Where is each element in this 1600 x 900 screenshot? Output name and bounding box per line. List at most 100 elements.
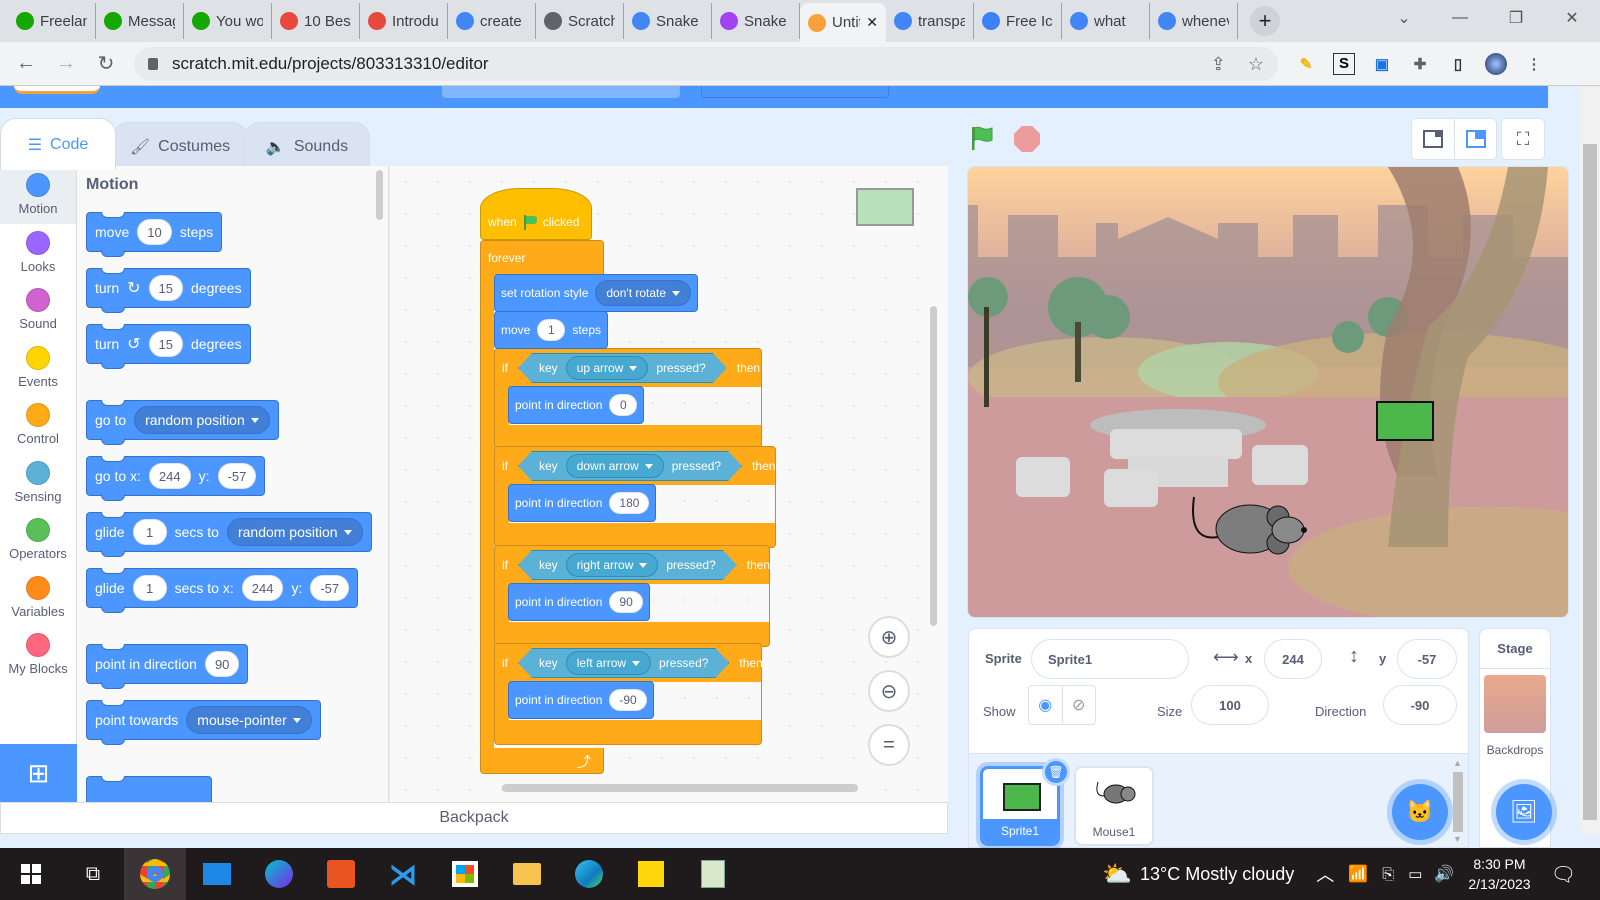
taskbar-edge[interactable] (558, 848, 620, 900)
browser-tab[interactable]: Messages (96, 3, 184, 39)
category-my-blocks[interactable]: My Blocks (0, 626, 76, 684)
block-point-in-direction[interactable]: point in direction 90 (508, 583, 650, 621)
block-point-in-direction[interactable]: point in direction 90 (86, 644, 249, 689)
block-point-in-direction[interactable]: point in direction -90 (508, 681, 654, 719)
menu-kebab-icon[interactable]: ⋮ (1523, 53, 1545, 75)
browser-tab[interactable]: transparent (886, 3, 974, 39)
category-looks[interactable]: Looks (0, 224, 76, 282)
delete-sprite-button[interactable]: 🗑 (1042, 758, 1070, 786)
block-set-rotation-style[interactable]: set rotation style don't rotate (494, 274, 699, 312)
steps-input[interactable]: 1 (537, 319, 566, 341)
notifications-icon[interactable]: 🗨 (1551, 862, 1576, 887)
forward-button[interactable]: → (46, 52, 86, 75)
add-extension-button[interactable]: ⊞ (0, 744, 77, 802)
direction-input[interactable]: -90 (609, 689, 647, 711)
key-pressed-condition[interactable]: key down arrow pressed? (518, 451, 742, 481)
back-button[interactable]: ← (6, 52, 46, 75)
tab-costumes[interactable]: 🖌 Costumes (112, 122, 248, 170)
palette-scrollbar[interactable] (376, 170, 383, 220)
bookmark-star-icon[interactable]: ☆ (1248, 54, 1264, 75)
category-operators[interactable]: Operators (0, 511, 76, 569)
choose-backdrop-button[interactable]: 🖼 (1496, 784, 1552, 840)
block-turn-left[interactable]: turn ↺ 15 degrees (86, 324, 251, 369)
workspace-vertical-scrollbar[interactable] (930, 306, 937, 626)
block-go-to[interactable]: go to random position (86, 400, 279, 445)
browser-tab[interactable]: Scratch (536, 3, 624, 39)
key-pressed-condition[interactable]: key right arrow pressed? (518, 550, 737, 580)
sprite-name-input[interactable]: Sprite1 (1031, 639, 1189, 679)
start-button[interactable] (0, 848, 62, 900)
tray-overflow-icon[interactable]: ︿ (1316, 861, 1334, 887)
taskbar-canva[interactable] (248, 848, 310, 900)
normal-stage-button[interactable] (1454, 119, 1496, 159)
scratch-logo[interactable] (14, 86, 100, 94)
tab-code[interactable]: ☰ Code (0, 118, 116, 170)
point-towards-dropdown[interactable]: mouse-pointer (186, 706, 312, 734)
key-pressed-condition[interactable]: key left arrow pressed? (518, 648, 729, 678)
block-point-towards[interactable]: point towards mouse-pointer (86, 700, 321, 745)
y-input[interactable]: -57 (217, 463, 257, 489)
rotation-style-dropdown[interactable]: don't rotate (595, 280, 692, 306)
category-motion[interactable]: Motion (0, 166, 76, 224)
browser-tab[interactable]: Freelancer (8, 3, 96, 39)
mouse1-sprite[interactable] (1188, 487, 1318, 567)
show-hidden-button[interactable]: ⊘ (1063, 686, 1096, 724)
page-scrollbar[interactable] (1580, 86, 1600, 834)
block-forever[interactable]: forever (480, 240, 604, 276)
clock[interactable]: 8:30 PM 2/13/2023 (1468, 854, 1530, 894)
key-dropdown[interactable]: right arrow (566, 553, 659, 577)
size-input[interactable]: 100 (1191, 685, 1269, 725)
volume-icon[interactable]: 🔊 (1434, 864, 1454, 884)
taskbar-scratch-app[interactable] (682, 848, 744, 900)
direction-input[interactable]: 0 (609, 394, 638, 416)
block-go-to-xy[interactable]: go to x: 244 y: -57 (86, 456, 266, 501)
browser-tab[interactable]: Introduction (360, 3, 448, 39)
wifi-icon[interactable]: 📶 (1348, 864, 1368, 884)
block-glide-to[interactable]: glide 1 secs to random position (86, 512, 372, 557)
task-view-button[interactable]: ⧉ (62, 848, 124, 900)
block-move-steps[interactable]: move 10 steps (86, 212, 223, 257)
small-stage-button[interactable] (1412, 119, 1454, 159)
browser-tab[interactable]: create (448, 3, 536, 39)
taskbar-store[interactable] (434, 848, 496, 900)
close-tab-icon[interactable]: ✕ (866, 14, 878, 31)
taskbar-mail[interactable] (186, 848, 248, 900)
go-to-target-dropdown[interactable]: random position (134, 406, 270, 434)
weather-text[interactable]: 13°C Mostly cloudy (1140, 864, 1294, 885)
minimize-button[interactable]: — (1432, 9, 1488, 27)
backpack-bar[interactable]: Backpack (0, 802, 948, 834)
tab-sounds[interactable]: 🔈 Sounds (244, 122, 370, 170)
block-move-steps[interactable]: move 1 steps (494, 311, 609, 349)
reload-button[interactable]: ↻ (86, 51, 126, 76)
block-point-in-direction[interactable]: point in direction 180 (508, 484, 657, 522)
secs-input[interactable]: 1 (132, 519, 167, 545)
browser-tab[interactable]: Untitled ✕ (800, 3, 886, 42)
degrees-input[interactable]: 15 (148, 331, 183, 357)
weather-icon[interactable]: ⛅ (1102, 860, 1132, 889)
tab-search-icon[interactable]: ⌄ (1376, 8, 1432, 28)
block-turn-right[interactable]: turn ↻ 15 degrees (86, 268, 251, 313)
x-input[interactable]: 244 (241, 575, 284, 601)
x-input[interactable]: 244 (148, 463, 191, 489)
address-bar[interactable]: scratch.mit.edu/projects/803313310/edito… (134, 47, 1278, 81)
category-sensing[interactable]: Sensing (0, 454, 76, 512)
browser-tab[interactable]: what (1062, 3, 1150, 39)
steps-input[interactable]: 10 (137, 219, 172, 245)
choose-sprite-button[interactable]: 🐱 (1392, 784, 1448, 840)
direction-input[interactable]: 180 (609, 492, 650, 514)
direction-input[interactable]: 90 (204, 651, 240, 677)
block-partial[interactable] (86, 776, 212, 802)
camera-icon[interactable]: ⎘ (1382, 866, 1394, 883)
sprite-list-scrollbar[interactable]: ▲ ▼ (1451, 758, 1465, 844)
secs-input[interactable]: 1 (132, 575, 167, 601)
workspace-horizontal-scrollbar[interactable] (502, 784, 858, 792)
direction-input[interactable]: -90 (1383, 685, 1457, 725)
profile-avatar[interactable] (1485, 52, 1507, 75)
sprite-tile-mouse1[interactable]: Mouse1 (1074, 766, 1154, 846)
puzzle-extensions-icon[interactable]: ✚ (1409, 53, 1431, 75)
y-input[interactable]: -57 (1397, 639, 1457, 679)
key-pressed-condition[interactable]: key up arrow pressed? (518, 353, 727, 383)
glide-target-dropdown[interactable]: random position (226, 518, 363, 546)
taskbar-vscode[interactable]: ⋊ (372, 848, 434, 900)
stop-button[interactable] (1014, 126, 1040, 152)
